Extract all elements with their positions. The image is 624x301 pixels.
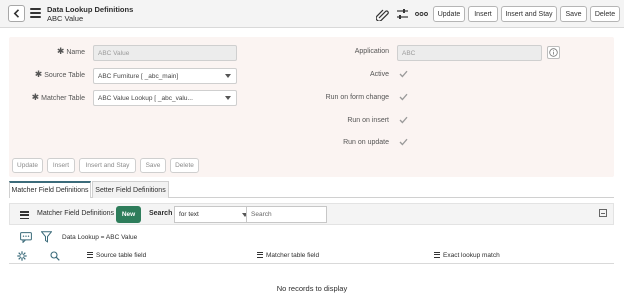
application-field[interactable]: ABC xyxy=(397,45,542,61)
update-button[interactable]: Update xyxy=(433,6,465,22)
settings-sliders-icon[interactable] xyxy=(395,7,409,21)
collapse-icon[interactable] xyxy=(599,209,607,217)
matcher-table-select[interactable]: ABC Value Lookup [ _abc_valu... xyxy=(93,90,237,106)
required-asterisk-icon: ✱ xyxy=(31,92,40,102)
column-header-exact-lookup-match[interactable]: Exact lookup match xyxy=(434,252,500,259)
attachment-icon[interactable] xyxy=(375,7,389,21)
checkmark-icon xyxy=(399,116,407,124)
run-on-insert-label: Run on insert xyxy=(347,117,389,124)
column-header-source-table-field[interactable]: Source table field xyxy=(87,252,146,259)
chat-bubble-icon[interactable] xyxy=(20,232,32,243)
name-field[interactable]: ABC Value xyxy=(93,45,237,61)
checkmark-icon xyxy=(399,93,407,101)
active-checkbox[interactable] xyxy=(398,69,408,79)
search-field-select[interactable]: for text xyxy=(174,206,254,223)
list-menu-icon[interactable] xyxy=(20,211,29,220)
search-label: Search xyxy=(149,210,173,217)
source-table-value: ABC Furniture [ _abc_main] xyxy=(98,72,179,80)
source-table-select[interactable]: ABC Furniture [ _abc_main] xyxy=(93,68,237,84)
active-label: Active xyxy=(369,71,389,78)
empty-list-message: No records to display xyxy=(276,284,348,293)
run-on-update-label: Run on update xyxy=(343,139,389,146)
tab-matcher-field-definitions[interactable]: Matcher Field Definitions xyxy=(9,181,91,198)
info-button[interactable] xyxy=(547,46,560,59)
more-options-icon[interactable] xyxy=(414,7,428,21)
info-icon xyxy=(549,48,558,57)
delete-button[interactable]: Delete xyxy=(590,6,620,22)
chevron-down-icon xyxy=(225,96,231,100)
source-table-label: ✱ Source Table xyxy=(34,69,85,80)
back-button[interactable] xyxy=(8,5,25,22)
list-header-row: Source table field Matcher table field E… xyxy=(9,249,614,264)
filter-icon[interactable] xyxy=(41,231,52,243)
related-list-toolbar: Matcher Field Definitions New Search for… xyxy=(9,203,614,225)
required-asterisk-icon: ✱ xyxy=(56,46,65,56)
save-button[interactable]: Save xyxy=(560,6,587,22)
form-delete-button[interactable]: Delete xyxy=(170,158,199,173)
new-button[interactable]: New xyxy=(116,206,141,223)
column-menu-icon xyxy=(434,252,440,259)
checkmark-icon xyxy=(399,138,407,146)
column-menu-icon xyxy=(257,252,263,259)
name-label: ✱ Name xyxy=(56,46,85,57)
required-asterisk-icon: ✱ xyxy=(34,69,43,79)
search-input[interactable]: Search xyxy=(246,206,327,223)
form-save-button[interactable]: Save xyxy=(140,158,166,173)
record-name: ABC Value xyxy=(47,14,84,23)
filter-row: Data Lookup = ABC Value xyxy=(9,230,614,246)
matcher-table-value: ABC Value Lookup [ _abc_valu... xyxy=(98,94,193,102)
tab-setter-field-definitions[interactable]: Setter Field Definitions xyxy=(92,181,169,198)
run-on-update-checkbox[interactable] xyxy=(398,137,408,147)
chevron-down-icon xyxy=(225,74,231,78)
search-icon[interactable] xyxy=(50,251,60,261)
filter-breadcrumb[interactable]: Data Lookup = ABC Value xyxy=(62,234,137,241)
related-list-title[interactable]: Matcher Field Definitions xyxy=(37,210,114,217)
run-on-insert-checkbox[interactable] xyxy=(398,115,408,125)
form-insert-and-stay-button[interactable]: Insert and Stay xyxy=(79,158,136,173)
column-header-matcher-table-field[interactable]: Matcher table field xyxy=(257,252,319,259)
matcher-table-label: ✱ Matcher Table xyxy=(31,92,85,103)
run-on-form-change-label: Run on form change xyxy=(325,94,389,101)
checkmark-icon xyxy=(399,70,407,78)
run-on-form-change-checkbox[interactable] xyxy=(398,92,408,102)
search-field-value: for text xyxy=(179,211,199,218)
context-menu-icon[interactable] xyxy=(30,8,41,18)
form-update-button[interactable]: Update xyxy=(12,158,43,173)
application-label: Application xyxy=(354,48,389,55)
chevron-left-icon xyxy=(13,9,20,18)
insert-and-stay-button[interactable]: Insert and Stay xyxy=(501,6,557,22)
form-title: Data Lookup Definitions xyxy=(47,5,134,14)
insert-button[interactable]: Insert xyxy=(468,6,498,22)
gear-icon[interactable] xyxy=(17,251,27,261)
form-insert-button[interactable]: Insert xyxy=(47,158,75,173)
column-menu-icon xyxy=(87,252,93,259)
page-title: Data Lookup Definitions ABC Value xyxy=(47,5,133,23)
form-header: Data Lookup Definitions ABC Value Update… xyxy=(0,0,624,28)
